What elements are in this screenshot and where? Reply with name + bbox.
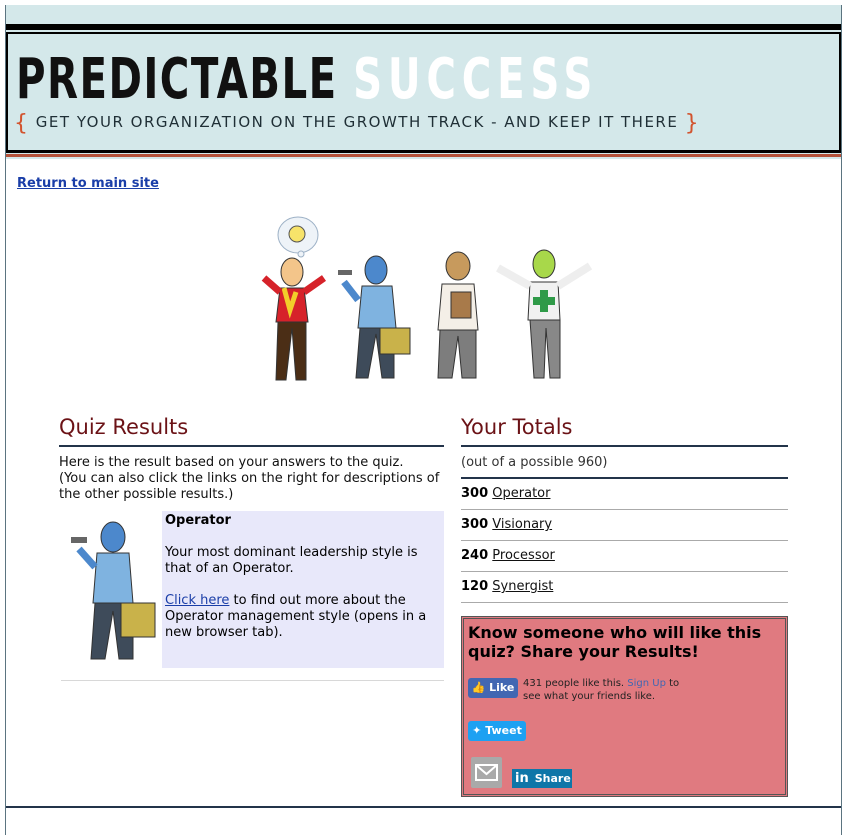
twitter-icon: ✦	[472, 724, 486, 737]
processor-figure-icon	[437, 251, 479, 379]
facebook-like-button[interactable]: 👍 Like	[468, 678, 518, 698]
tweet-label: Tweet	[485, 724, 522, 737]
operator-result-image	[61, 511, 162, 668]
operator-figure-icon	[338, 255, 411, 379]
tagline-brace-open: {	[14, 111, 30, 136]
banner-accent-rule	[6, 154, 841, 157]
result-text: Your most dominant leadership style is t…	[165, 545, 418, 576]
header-banner: PREDICTABLE SUCCESS { GET YOUR ORGANIZAT…	[6, 5, 841, 159]
logo-word-1: PREDICTABLE	[16, 47, 338, 112]
facebook-signup-link[interactable]: Sign Up	[627, 678, 666, 689]
linkedin-share-button[interactable]: in Share	[512, 769, 572, 788]
synergist-link[interactable]: Synergist	[492, 579, 553, 594]
processor-link[interactable]: Processor	[492, 548, 555, 563]
your-totals-heading: Your Totals	[461, 415, 788, 447]
total-row-synergist: 120 Synergist	[461, 572, 788, 603]
tagline-text: GET YOUR ORGANIZATION ON THE GROWTH TRAC…	[35, 113, 679, 131]
share-results-box: Know someone who will like this quiz? Sh…	[461, 616, 788, 797]
linkedin-icon: in	[515, 771, 529, 786]
total-row-processor: 240 Processor	[461, 541, 788, 572]
linkedin-share-label: Share	[534, 772, 571, 785]
total-score: 300	[461, 517, 489, 532]
page: PREDICTABLE SUCCESS { GET YOUR ORGANIZAT…	[5, 5, 842, 835]
result-title: Operator	[165, 513, 231, 528]
total-score: 300	[461, 486, 489, 501]
total-score: 120	[461, 579, 489, 594]
like-count-text: 431 people like this.	[523, 678, 628, 689]
like-label: Like	[489, 681, 515, 694]
return-to-main-site-link[interactable]: Return to main site	[17, 176, 159, 191]
result-description: Operator Your most dominant leadership s…	[165, 513, 440, 657]
total-row-visionary: 300 Visionary	[461, 510, 788, 541]
tagline-brace-close: }	[684, 111, 701, 136]
quiz-results-intro: Here is the result based on your answers…	[59, 455, 444, 503]
synergist-figure-icon	[496, 249, 593, 379]
tweet-button[interactable]: ✦ Tweet	[468, 721, 526, 741]
quiz-results-section: Quiz Results Here is the result based on…	[59, 415, 444, 681]
banner-rule	[6, 24, 841, 30]
intro-line-2: (You can also click the links on the rig…	[59, 471, 440, 502]
banner-rule	[6, 150, 841, 153]
share-heading: Know someone who will like this quiz? Sh…	[468, 623, 762, 661]
site-logo-title: PREDICTABLE SUCCESS	[16, 47, 598, 112]
leadership-styles-illustration	[261, 216, 593, 381]
total-score: 240	[461, 548, 489, 563]
facebook-like-count: 431 people like this. Sign Up to see wha…	[523, 677, 693, 703]
email-share-button[interactable]	[471, 757, 502, 788]
facebook-like-icon: 👍	[471, 681, 490, 694]
site-tagline: { GET YOUR ORGANIZATION ON THE GROWTH TR…	[14, 111, 700, 136]
visionary-figure-icon	[261, 216, 327, 381]
result-card: Operator Your most dominant leadership s…	[61, 511, 444, 668]
divider	[61, 680, 444, 681]
totals-subtitle: (out of a possible 960)	[461, 447, 788, 479]
quiz-results-heading: Quiz Results	[59, 415, 444, 447]
visionary-link[interactable]: Visionary	[492, 517, 552, 532]
click-here-link[interactable]: Click here	[165, 593, 229, 608]
totals-section: Your Totals (out of a possible 960) 300 …	[461, 415, 788, 797]
logo-word-2: SUCCESS	[353, 47, 599, 112]
total-row-operator: 300 Operator	[461, 479, 788, 510]
footer-rule	[6, 806, 841, 808]
operator-link[interactable]: Operator	[492, 486, 550, 501]
email-icon	[475, 764, 498, 781]
result-more-info: Click here to find out more about the Op…	[165, 593, 440, 641]
intro-line-1: Here is the result based on your answers…	[59, 455, 404, 470]
